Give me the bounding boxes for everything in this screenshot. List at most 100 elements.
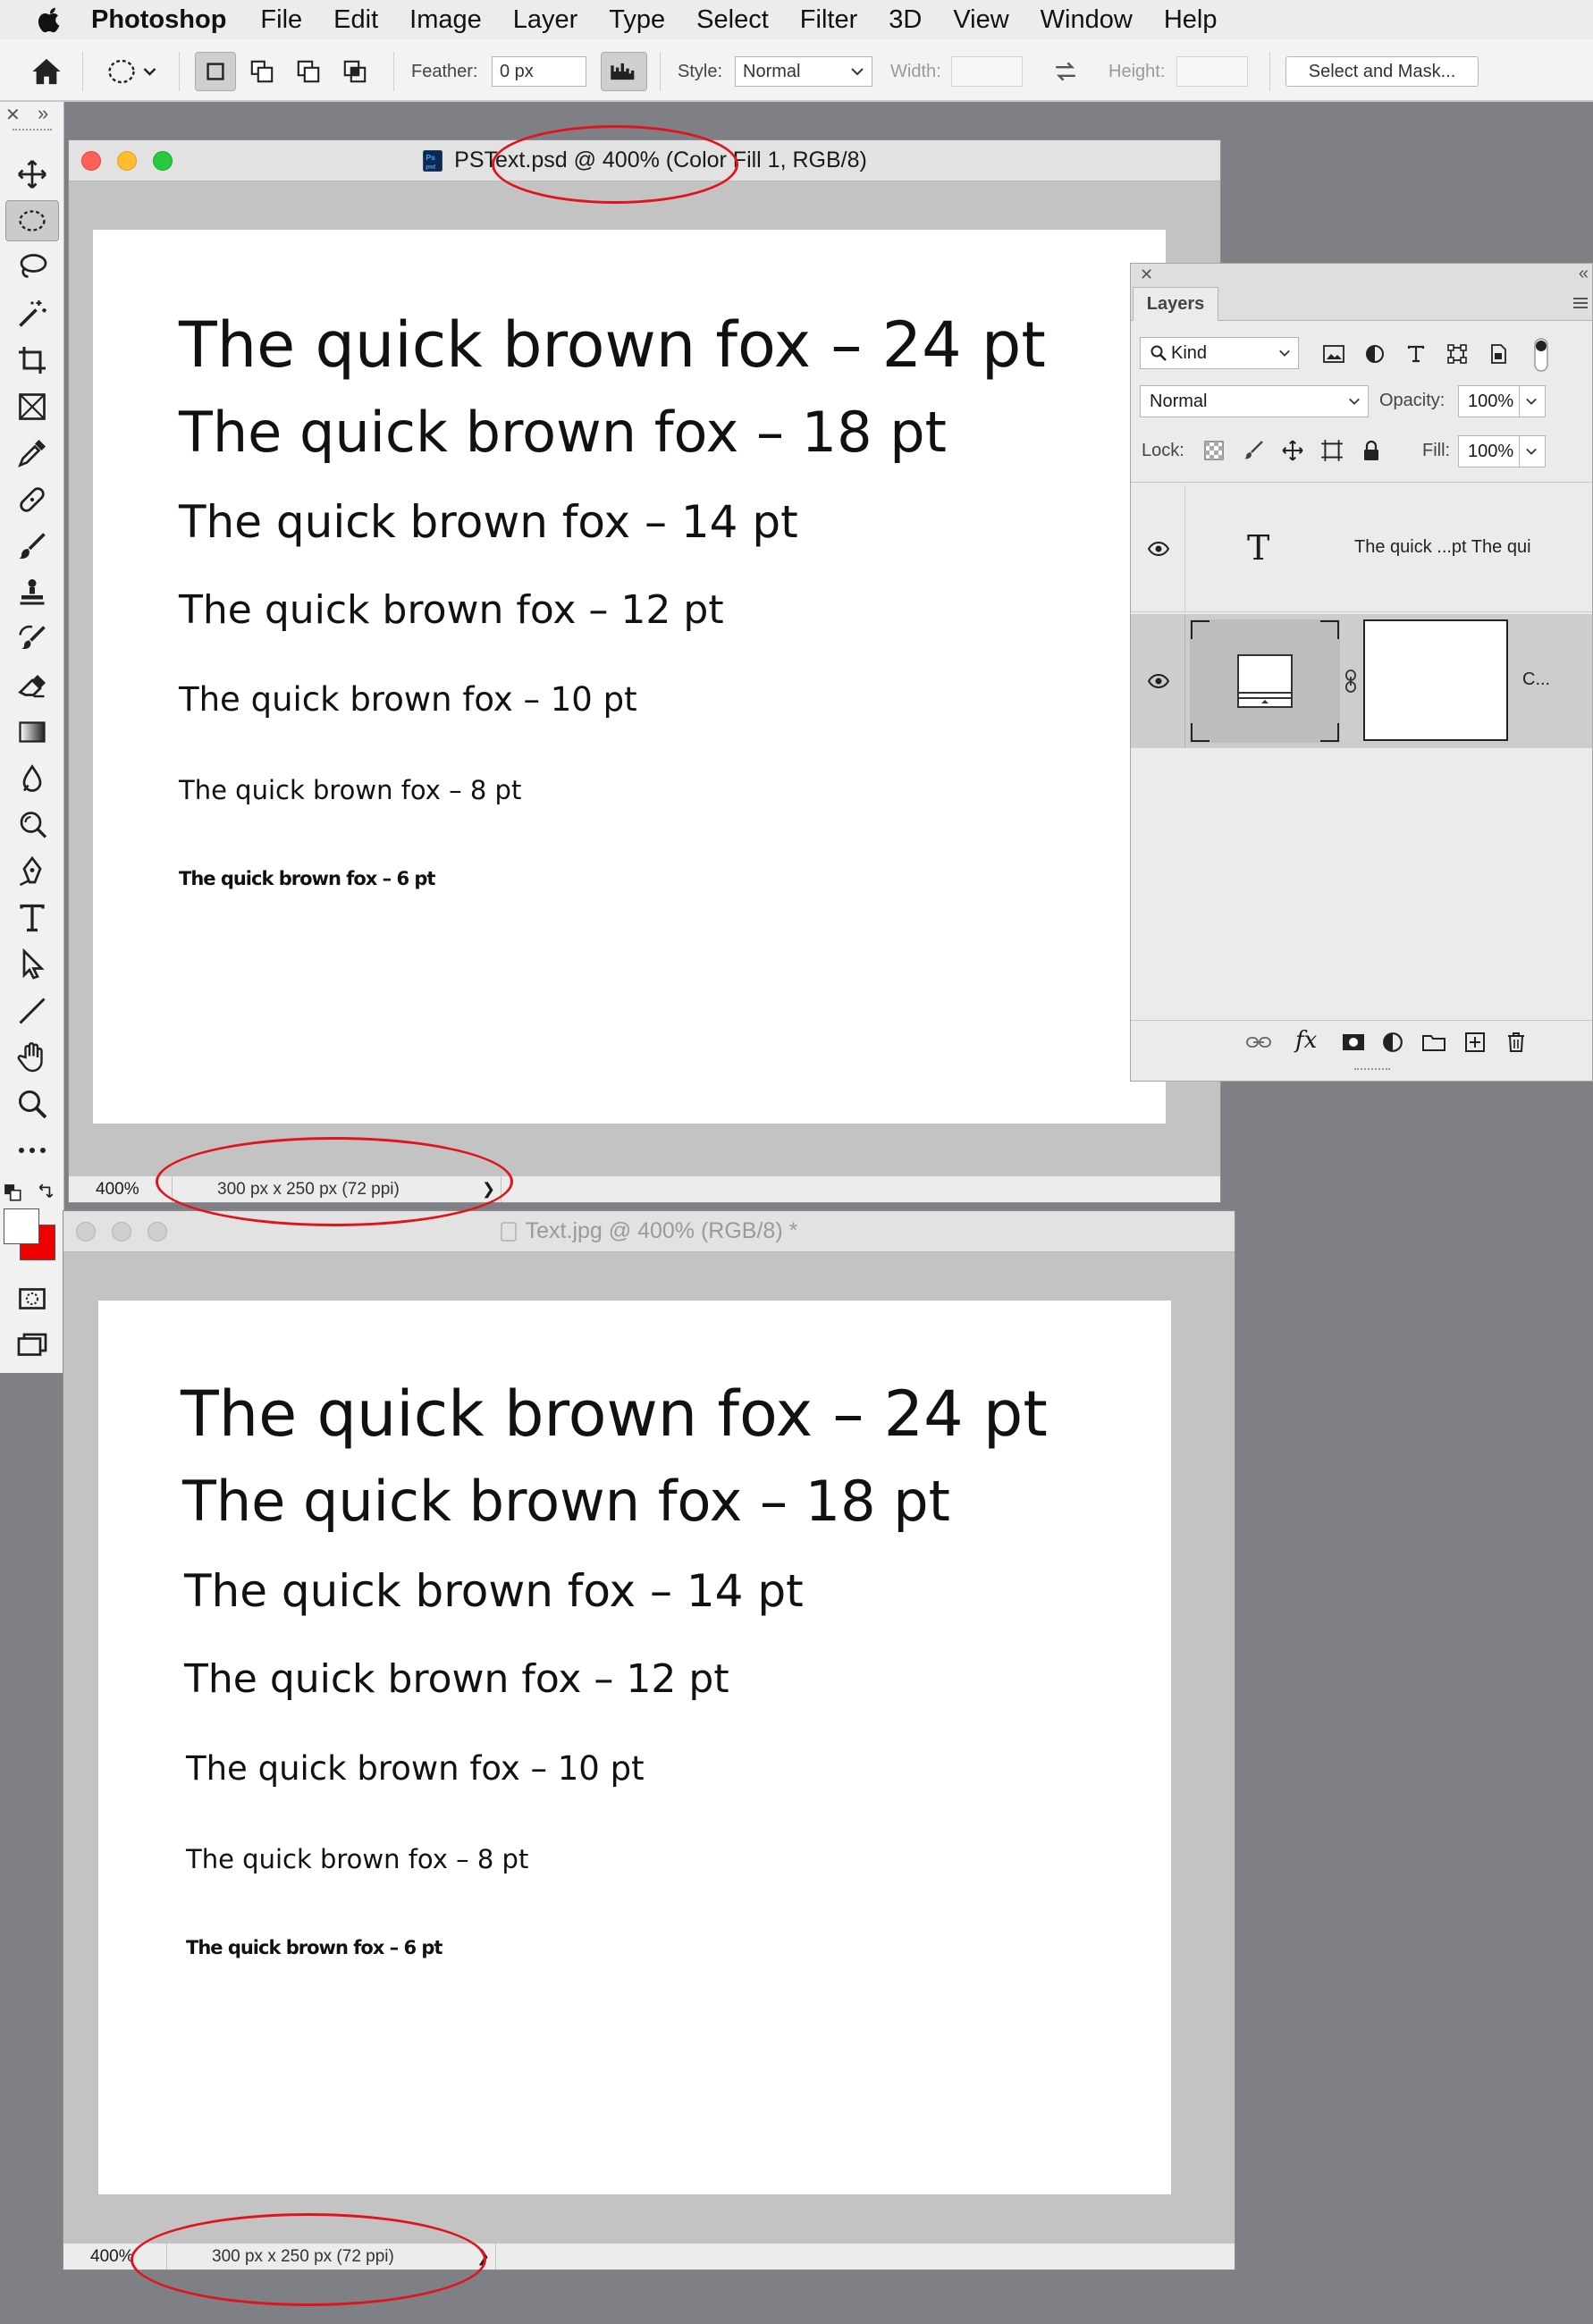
layer-row-color-fill[interactable]: C...: [1131, 614, 1592, 748]
brush-tool-icon[interactable]: [5, 526, 59, 567]
blend-mode-select[interactable]: Normal: [1140, 385, 1369, 417]
screen-mode-icon[interactable]: [5, 1325, 59, 1366]
zoom-window-button[interactable]: [148, 1222, 167, 1242]
menu-3d[interactable]: 3D: [889, 5, 922, 35]
filter-shape-icon[interactable]: [1442, 339, 1472, 369]
collapse-panel-icon[interactable]: «: [1579, 264, 1589, 284]
foreground-color-swatch[interactable]: [4, 1208, 39, 1244]
elliptical-marquee-preset-icon[interactable]: [100, 52, 164, 91]
height-input[interactable]: [1176, 56, 1248, 87]
canvas[interactable]: The quick brown fox – 24 pt The quick br…: [98, 1301, 1171, 2194]
dodge-tool-icon[interactable]: [5, 804, 59, 846]
lock-artboard-icon[interactable]: [1317, 435, 1347, 466]
close-window-button[interactable]: [81, 151, 101, 171]
quick-mask-icon[interactable]: [5, 1278, 59, 1319]
menu-image[interactable]: Image: [409, 5, 482, 35]
eyedropper-tool-icon[interactable]: [5, 433, 59, 474]
close-window-button[interactable]: [76, 1222, 96, 1242]
more-tools-icon[interactable]: [5, 1130, 59, 1171]
new-adjustment-layer-icon[interactable]: [1378, 1027, 1408, 1057]
menu-app-name[interactable]: Photoshop: [91, 5, 226, 35]
swap-colors-icon[interactable]: [36, 1183, 55, 1208]
line-tool-icon[interactable]: [5, 990, 59, 1031]
panel-menu-icon[interactable]: [1572, 296, 1589, 310]
filter-kind-select[interactable]: Kind: [1140, 337, 1299, 369]
fill-input[interactable]: 100%: [1458, 435, 1521, 467]
layer-mask-thumbnail[interactable]: [1363, 619, 1508, 741]
tab-layers[interactable]: Layers: [1133, 287, 1218, 321]
filter-pixel-icon[interactable]: [1319, 339, 1349, 369]
opacity-dropdown[interactable]: [1519, 385, 1546, 417]
filter-toggle-switch[interactable]: [1531, 335, 1551, 375]
menu-view[interactable]: View: [953, 5, 1008, 35]
delete-layer-trash-icon[interactable]: [1501, 1027, 1531, 1057]
apple-icon[interactable]: [32, 6, 70, 33]
link-layers-icon[interactable]: [1243, 1027, 1274, 1057]
type-tool-icon[interactable]: [5, 897, 59, 939]
lock-position-icon[interactable]: [1277, 435, 1308, 466]
filter-smart-object-icon[interactable]: [1483, 339, 1513, 369]
add-mask-icon[interactable]: [1338, 1027, 1369, 1057]
magic-wand-tool-icon[interactable]: [5, 293, 59, 334]
layer-row-text[interactable]: T The quick ...pt The qui: [1131, 485, 1592, 612]
feather-input[interactable]: 0 px: [492, 56, 586, 87]
eye-icon[interactable]: [1145, 668, 1172, 695]
pen-tool-icon[interactable]: [5, 851, 59, 892]
lock-transparent-pixels-icon[interactable]: [1199, 435, 1229, 466]
layer-style-fx-icon[interactable]: fx: [1295, 1027, 1317, 1054]
menu-window[interactable]: Window: [1041, 5, 1133, 35]
lasso-tool-icon[interactable]: [5, 247, 59, 288]
lock-image-pixels-icon[interactable]: [1238, 435, 1268, 466]
menu-layer[interactable]: Layer: [513, 5, 578, 35]
menu-file[interactable]: File: [260, 5, 302, 35]
eraser-tool-icon[interactable]: [5, 665, 59, 706]
new-selection-button[interactable]: [195, 52, 236, 91]
move-tool-icon[interactable]: [5, 154, 59, 195]
minimize-window-button[interactable]: [117, 151, 137, 171]
layer-name[interactable]: C...: [1522, 669, 1550, 690]
hand-tool-icon[interactable]: [5, 1037, 59, 1078]
menu-type[interactable]: Type: [609, 5, 665, 35]
panel-resize-grip[interactable]: [1354, 1068, 1390, 1072]
menu-help[interactable]: Help: [1164, 5, 1218, 35]
gradient-tool-icon[interactable]: [5, 712, 59, 753]
expand-panel-icon[interactable]: »: [38, 102, 48, 125]
path-selection-tool-icon[interactable]: [5, 944, 59, 985]
new-layer-icon[interactable]: [1460, 1027, 1490, 1057]
fill-layer-thumbnail[interactable]: [1190, 619, 1340, 743]
select-and-mask-button[interactable]: Select and Mask...: [1285, 56, 1479, 87]
menu-edit[interactable]: Edit: [333, 5, 378, 35]
fill-dropdown[interactable]: [1519, 435, 1546, 467]
minimize-window-button[interactable]: [112, 1222, 131, 1242]
link-icon[interactable]: [1342, 668, 1360, 695]
healing-brush-tool-icon[interactable]: [5, 479, 59, 520]
opacity-input[interactable]: 100%: [1458, 385, 1521, 417]
filter-type-icon[interactable]: [1401, 339, 1431, 369]
anti-alias-icon[interactable]: [601, 52, 647, 91]
history-brush-tool-icon[interactable]: [5, 619, 59, 660]
intersect-selection-button[interactable]: [334, 52, 375, 91]
document-window-pstext[interactable]: Ps psd PSText.psd @ 400% (Color Fill 1, R…: [68, 139, 1221, 1203]
lock-all-icon[interactable]: [1356, 435, 1386, 466]
eye-icon[interactable]: [1145, 535, 1172, 562]
blur-tool-icon[interactable]: [5, 758, 59, 799]
zoom-window-button[interactable]: [153, 151, 173, 171]
canvas[interactable]: The quick brown fox – 24 pt The quick br…: [93, 230, 1166, 1124]
menu-filter[interactable]: Filter: [800, 5, 857, 35]
swap-width-height-icon[interactable]: [1044, 52, 1087, 91]
subtract-from-selection-button[interactable]: [288, 52, 329, 91]
new-group-folder-icon[interactable]: [1419, 1027, 1449, 1057]
menu-select[interactable]: Select: [696, 5, 769, 35]
home-icon[interactable]: [25, 52, 68, 91]
width-input[interactable]: [951, 56, 1023, 87]
close-panel-icon[interactable]: ✕: [1140, 265, 1153, 284]
crop-tool-icon[interactable]: [5, 340, 59, 381]
close-icon[interactable]: ✕: [5, 104, 21, 126]
layer-name[interactable]: The quick ...pt The qui: [1354, 537, 1531, 558]
frame-tool-icon[interactable]: [5, 386, 59, 427]
clone-stamp-tool-icon[interactable]: [5, 572, 59, 613]
add-to-selection-button[interactable]: [241, 52, 282, 91]
elliptical-marquee-tool-icon[interactable]: [5, 200, 59, 241]
zoom-tool-icon[interactable]: [5, 1083, 59, 1124]
filter-adjustment-icon[interactable]: [1360, 339, 1390, 369]
